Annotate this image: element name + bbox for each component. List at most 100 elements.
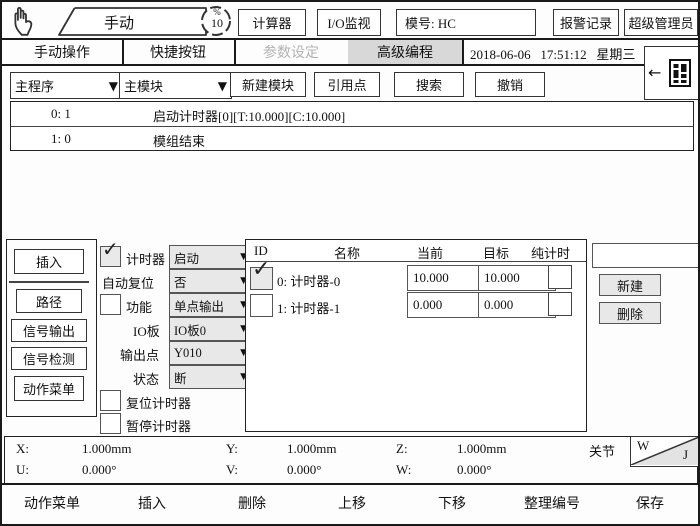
menu-divider: [9, 281, 89, 283]
program-dropdown-value: 主程序: [15, 76, 54, 95]
program-row-instruction: 启动计时器[0][T:10.000][C:10.000]: [153, 106, 345, 125]
timer-target-input[interactable]: 0.000: [478, 292, 556, 318]
tabs-divider: [2, 64, 698, 66]
time-text: 17:51:12: [540, 47, 586, 62]
world-mode-label: W: [637, 438, 649, 454]
col-current: 当前: [417, 243, 443, 262]
program-row-instruction: 模组结束: [153, 131, 205, 150]
auto-reset-dropdown[interactable]: 否 ▼: [169, 269, 252, 293]
pure-timing-checkbox[interactable]: [548, 292, 572, 316]
timer-current-input[interactable]: 0.000: [407, 292, 486, 318]
timer-checkbox[interactable]: ✓: [100, 246, 121, 267]
io-monitor-button[interactable]: I/O监视: [317, 9, 381, 36]
program-row-index: 1: 0: [51, 131, 71, 147]
insert-category-button[interactable]: 插入: [14, 249, 84, 274]
z-axis-value: 1.000mm: [457, 441, 506, 457]
search-button[interactable]: 搜索: [394, 72, 464, 97]
io-board-label: IO板: [133, 321, 160, 340]
joint-mode-short-label: J: [683, 447, 688, 463]
output-point-label: 输出点: [120, 345, 159, 364]
arrow-left-icon: ←: [648, 63, 661, 82]
renumber-button[interactable]: 整理编号: [502, 485, 603, 526]
new-timer-button[interactable]: 新建: [599, 274, 661, 296]
calculator-button[interactable]: 计算器: [238, 9, 306, 36]
program-list: 0: 1 启动计时器[0][T:10.000][C:10.000] 1: 0 模…: [10, 101, 694, 151]
timer-table: ID 名称 当前 目标 纯计时 ✓ 0: 计时器-0 10.000 10.000…: [245, 239, 587, 432]
y-axis-value: 1.000mm: [287, 441, 336, 457]
move-up-button[interactable]: 上移: [302, 485, 403, 526]
signal-output-button[interactable]: 信号输出: [11, 319, 87, 342]
output-point-dropdown[interactable]: Y010 ▼: [169, 341, 252, 365]
auto-reset-label: 自动复位: [102, 273, 154, 292]
tab-parameter-settings[interactable]: 参数设定: [234, 40, 350, 64]
pure-timing-checkbox[interactable]: [548, 265, 572, 289]
action-menu-category-button[interactable]: 动作菜单: [14, 376, 84, 401]
action-menu-button[interactable]: 动作菜单: [2, 485, 103, 526]
tab-advanced-programming[interactable]: 高级编程: [348, 40, 464, 64]
pause-timer-checkbox[interactable]: [100, 413, 121, 434]
u-axis-label: U:: [16, 462, 29, 478]
grid-icon: [669, 59, 691, 92]
hand-cursor-icon: [9, 4, 43, 38]
tab-manual-operation[interactable]: 手动操作: [2, 40, 124, 64]
insert-button[interactable]: 插入: [102, 485, 203, 526]
hmi-screen: 手动 % 10 计算器 I/O监视 模号: HC 报警记录 超级管理员 手动操作…: [0, 0, 700, 526]
user-role-button[interactable]: 超级管理员: [624, 9, 698, 36]
io-board-dropdown[interactable]: IO板0 ▼: [169, 317, 252, 341]
timer-label: 计时器: [126, 249, 165, 268]
joint-mode-label: 关节: [589, 441, 615, 460]
timer-name-input[interactable]: [592, 243, 700, 268]
v-axis-label: V:: [226, 462, 238, 478]
x-axis-value: 1.000mm: [82, 441, 131, 457]
chevron-down-icon: ▼: [218, 79, 227, 93]
function-checkbox[interactable]: [100, 294, 121, 315]
new-module-button[interactable]: 新建模块: [230, 72, 306, 97]
col-name: 名称: [334, 243, 360, 262]
timer-row-checkbox[interactable]: [250, 294, 273, 317]
state-dropdown[interactable]: 断 ▼: [169, 365, 252, 389]
save-button[interactable]: 保存: [602, 485, 698, 526]
model-number-field: 模号: HC: [396, 9, 536, 36]
program-row[interactable]: 1: 0 模组结束: [11, 127, 693, 151]
move-down-button[interactable]: 下移: [402, 485, 503, 526]
reset-timer-label: 复位计时器: [126, 393, 191, 412]
delete-timer-button[interactable]: 删除: [599, 302, 661, 324]
chevron-down-icon: ▼: [109, 79, 118, 93]
timer-target-input[interactable]: 10.000: [478, 265, 556, 291]
alarm-log-button[interactable]: 报警记录: [553, 9, 619, 36]
program-dropdown[interactable]: 主程序 ▼: [10, 72, 123, 99]
x-axis-label: X:: [16, 441, 29, 457]
path-button[interactable]: 路径: [16, 289, 82, 313]
col-target: 目标: [483, 243, 509, 262]
w-axis-label: W:: [396, 462, 411, 478]
coord-mode-toggle[interactable]: W J: [630, 436, 700, 467]
timer-row-checkbox[interactable]: ✓: [250, 267, 273, 290]
datetime: 2018-06-06 17:51:12 星期三: [470, 44, 635, 63]
reference-point-button[interactable]: 引用点: [314, 72, 380, 97]
timer-row-name: 0: 计时器-0: [277, 271, 340, 290]
function-value: 单点输出: [174, 296, 224, 315]
undo-button[interactable]: 撤销: [475, 72, 545, 97]
date-text: 2018-06-06: [470, 47, 531, 62]
io-board-value: IO板0: [174, 320, 206, 339]
keyboard-toggle-button[interactable]: ←: [644, 46, 699, 100]
coordinate-status-bar: X: 1.000mm Y: 1.000mm Z: 1.000mm U: 0.00…: [4, 436, 698, 485]
delete-button[interactable]: 删除: [202, 485, 303, 526]
function-label: 功能: [126, 297, 152, 316]
speed-value[interactable]: 10: [208, 16, 226, 31]
function-dropdown[interactable]: 单点输出 ▼: [169, 293, 249, 317]
z-axis-label: Z:: [396, 441, 408, 457]
tab-quick-buttons[interactable]: 快捷按钮: [122, 40, 236, 64]
mode-label: 手动: [104, 12, 134, 33]
timer-current-input[interactable]: 10.000: [407, 265, 486, 291]
reset-timer-checkbox[interactable]: [100, 390, 121, 411]
timer-mode-dropdown[interactable]: 启动 ▼: [169, 245, 252, 269]
v-axis-value: 0.000°: [287, 462, 321, 478]
pause-timer-label: 暂停计时器: [126, 416, 191, 435]
module-dropdown[interactable]: 主模块 ▼: [119, 72, 232, 99]
u-axis-value: 0.000°: [82, 462, 116, 478]
signal-detect-button[interactable]: 信号检测: [11, 347, 87, 370]
w-axis-value: 0.000°: [457, 462, 491, 478]
check-icon: ✓: [102, 239, 119, 259]
program-row[interactable]: 0: 1 启动计时器[0][T:10.000][C:10.000]: [11, 102, 693, 127]
